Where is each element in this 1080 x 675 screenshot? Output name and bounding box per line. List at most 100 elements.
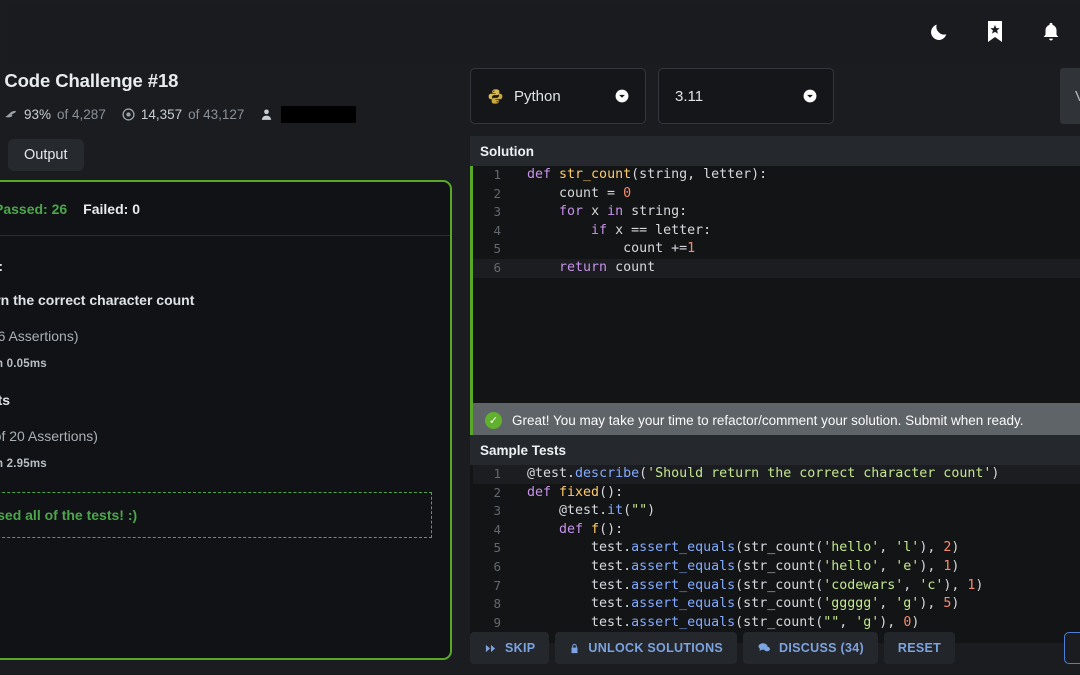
version-select-label: 3.11 [675,87,704,105]
failed-summary: Failed: 0 [83,201,140,217]
line-number: 2 [493,484,501,500]
cut-off-control[interactable]: V [1060,68,1080,124]
editor-selectors: Python 3.11 [470,68,834,124]
line-number: 8 [493,596,501,612]
submit-button-cutoff[interactable] [1064,632,1080,664]
bookmark-star-icon[interactable] [982,17,1008,47]
line-number: 5 [493,540,501,556]
action-label: RESET [897,641,942,655]
code-line: 3 @test.it("") [473,502,1080,521]
challenge-stats: 93% of 4,287 14,357 of 43,127 [4,106,357,123]
unlock-solutions-button[interactable]: UNLOCK SOLUTIONS [555,632,738,664]
line-number: 7 [493,577,501,593]
reset-button[interactable]: RESET [883,632,956,664]
fast-forward-icon [484,643,497,654]
console-line: turn the correct character count [0,292,195,308]
header-icon-group [926,17,1064,47]
line-number: 6 [493,558,501,574]
code-text: if x == letter: [591,222,712,238]
code-text: for x in string: [559,204,688,220]
output-tab[interactable]: Output [8,139,84,171]
code-line: 3 for x in string: [473,203,1080,222]
satisfaction-value: 93% [24,107,52,122]
code-line: 5 test.assert_equals(str_count('hello', … [473,539,1080,558]
user-icon [260,107,273,122]
sample-tests-panel: Sample Tests 1 @test.describe('Should ret… [470,435,1080,643]
check-circle-icon: ✓ [485,412,502,429]
solution-code-editor[interactable]: 1 def str_count(string, letter): 2 count =… [470,166,1080,403]
code-line: 6 test.assert_equals(str_count('hello', … [473,558,1080,577]
code-line: 2 count = 0 [473,185,1080,204]
line-number: 1 [493,466,501,481]
solution-notice-bar: ✓ Great! You may take your time to refac… [470,403,1080,438]
completion-value: 14,357 [140,107,183,122]
left-panel: ar Code Challenge #18 93% of 4,287 14,35… [0,63,455,675]
author-stat [260,106,357,123]
sample-tests-code-editor[interactable]: 1 @test.describe('Should return the corre… [470,465,1080,643]
completion-suffix: of 43,127 [188,107,245,122]
code-line: 7 test.assert_equals(str_count('codewars… [473,577,1080,596]
language-select-label: Python [514,87,561,105]
right-panel: Python 3.11 V Solution 1 def str_count(st… [470,63,1080,675]
notice-text: Great! You may take your time to refacto… [512,413,1024,428]
code-text: def f(): [527,521,624,537]
version-select[interactable]: 3.11 [658,68,834,124]
language-select[interactable]: Python [470,68,646,124]
console-line: of 6 Assertions) [0,328,79,344]
line-number: 4 [493,222,501,238]
action-toolbar: SKIP UNLOCK SOLUTIONS DISCUSS (34) RESET [470,630,1080,666]
bell-icon[interactable] [1038,17,1064,47]
moon-icon[interactable] [926,17,952,47]
chat-icon [757,642,771,654]
failed-count: 0 [132,200,140,217]
code-text: test.assert_equals(str_count('hello', 'l… [527,540,960,556]
console-line: ests [0,392,11,408]
line-number: 3 [493,503,501,519]
code-line: 1 def str_count(string, letter): [473,166,1080,185]
code-text: test.assert_equals(str_count('codewars',… [527,577,984,593]
line-number: 5 [493,241,501,257]
action-label: DISCUSS (34) [779,641,864,655]
sample-tests-panel-title: Sample Tests [470,435,1080,465]
target-icon [122,108,135,121]
code-line: 1 @test.describe('Should return the corre… [473,465,1080,484]
code-text: @test.it("") [527,503,656,519]
satisfaction-stat: 93% of 4,287 [4,107,106,122]
line-number: 1 [493,167,501,182]
thumbs-up-icon [4,108,18,122]
code-text: count = 0 [527,185,632,201]
passed-count: 26 [51,200,68,217]
solution-panel: Solution 1 def str_count(string, letter):… [470,136,1080,438]
console-line: d in 0.05ms [0,358,47,370]
solution-panel-title: Solution [470,136,1080,166]
console-output-body: lts: turn the correct character count of … [0,236,450,470]
console-line: d in 2.95ms [0,458,47,470]
line-number: 2 [493,185,501,201]
completion-stat: 14,357 of 43,127 [122,107,245,122]
action-label: UNLOCK SOLUTIONS [588,641,724,655]
chevron-down-icon [615,89,629,103]
python-icon [487,88,504,105]
skip-button[interactable]: SKIP [470,632,550,664]
line-number: 3 [493,204,501,220]
code-line: 4 if x == letter: [473,222,1080,241]
code-line: 4 def f(): [473,521,1080,540]
passed-summary: Passed: 26 [0,201,67,217]
code-line: 6 return count [473,258,1080,278]
codewars-challenge-page: ar Code Challenge #18 93% of 4,287 14,35… [0,0,1080,675]
code-text: def str_count(string, letter): [527,167,768,182]
console-line: lts: [0,258,450,274]
passed-label: Passed: [0,200,48,217]
author-name-redacted [281,106,357,123]
line-number: 6 [493,259,501,275]
satisfaction-suffix: of 4,287 [57,107,106,122]
chevron-down-icon [803,89,817,103]
code-text: test.assert_equals(str_count('hello', 'e… [527,558,960,574]
code-text: def fixed(): [527,484,624,500]
code-text: count +=1 [527,241,696,257]
code-line: 2 def fixed(): [473,484,1080,503]
code-text: return count [559,259,656,275]
discuss-button[interactable]: DISCUSS (34) [743,632,878,664]
console-summary-bar: Passed: 26 Failed: 0 [0,182,450,236]
page-title: ar Code Challenge #18 [0,70,179,91]
